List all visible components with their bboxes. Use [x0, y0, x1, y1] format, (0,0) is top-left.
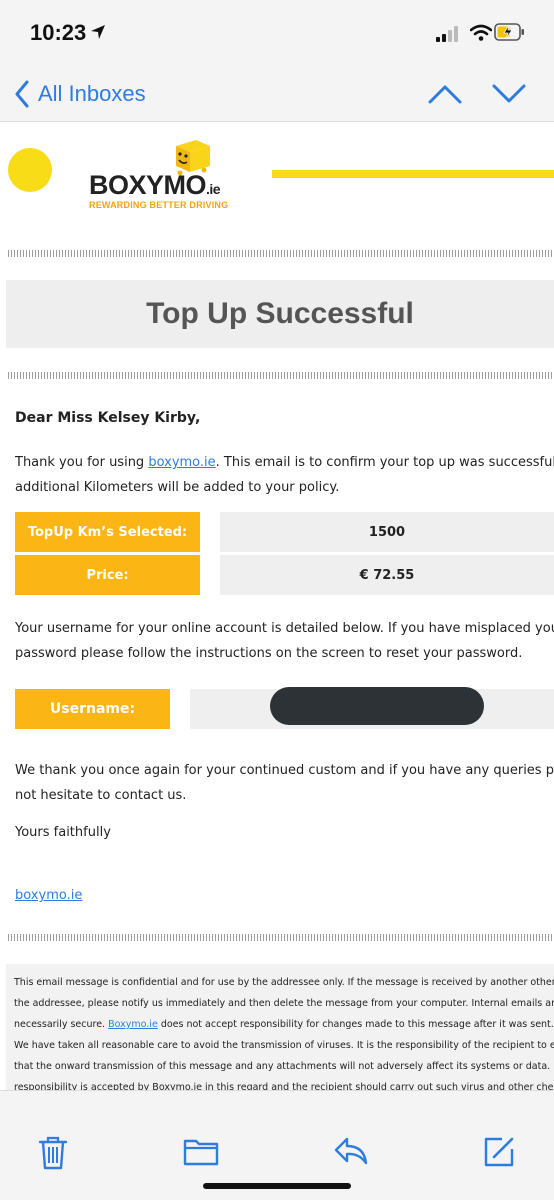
status-time: 10:23	[30, 20, 87, 45]
title-box: Top Up Successful	[6, 280, 554, 348]
redacted-username	[270, 687, 484, 725]
disclaimer-box: This email message is confidential and f…	[6, 964, 554, 1090]
topup-km-label: TopUp Km’s Selected:	[15, 512, 200, 552]
greeting: Dear Miss Kelsey Kirby,	[15, 410, 201, 426]
reply-icon[interactable]	[333, 1135, 369, 1167]
logo-wordmark: BOXYMO.ie	[89, 170, 221, 200]
divider	[8, 372, 554, 379]
email-title: Top Up Successful	[146, 297, 414, 330]
email-header-banner: BOXYMO.ie REWARDING BETTER DRIVING	[0, 122, 554, 222]
location-arrow-icon	[91, 25, 105, 39]
folder-icon[interactable]	[183, 1135, 219, 1167]
username-label: Username:	[15, 689, 170, 729]
compose-icon[interactable]	[482, 1135, 516, 1169]
intro-line-2: additional Kilometers will be added to y…	[15, 480, 340, 495]
battery-charging-icon	[494, 23, 524, 41]
intro-paragraph: Thank you for using boxymo.ie. This emai…	[15, 450, 554, 500]
decorative-yellow-circle	[8, 148, 52, 192]
back-label: All Inboxes	[38, 81, 146, 106]
logo-tagline: REWARDING BETTER DRIVING	[89, 200, 229, 210]
cellular-signal-icon	[436, 26, 458, 42]
intro-line-1: Thank you for using boxymo.ie. This emai…	[15, 455, 554, 470]
status-bar: 10:23	[0, 0, 554, 66]
price-label: Price:	[15, 555, 200, 595]
home-indicator	[203, 1183, 351, 1189]
trash-icon[interactable]	[38, 1135, 68, 1171]
next-message-chevron-down-icon[interactable]	[490, 80, 528, 108]
topup-km-value: 1500	[220, 512, 554, 552]
boxymo-link[interactable]: boxymo.ie	[148, 455, 215, 470]
wifi-icon	[470, 24, 492, 41]
divider	[8, 934, 554, 941]
email-body: BOXYMO.ie REWARDING BETTER DRIVING Top U…	[0, 122, 554, 1090]
chevron-left-icon	[15, 80, 29, 108]
mail-nav-bar: All Inboxes	[0, 66, 554, 122]
divider	[8, 250, 554, 257]
username-info-paragraph: Your username for your online account is…	[15, 621, 554, 661]
header-stripe	[272, 170, 554, 178]
price-value: € 72.55	[220, 555, 554, 595]
previous-message-chevron-up-icon[interactable]	[426, 80, 464, 108]
signature-link[interactable]: boxymo.ie	[15, 883, 82, 908]
signoff: Yours faithfully	[15, 825, 111, 840]
back-to-inboxes-button[interactable]: All Inboxes	[14, 78, 146, 110]
disclaimer-boxymo-link[interactable]: Boxymo.ie	[108, 1019, 158, 1030]
thanks-paragraph: We thank you once again for your continu…	[15, 763, 554, 803]
boxymo-logo: BOXYMO.ie REWARDING BETTER DRIVING	[86, 134, 229, 214]
